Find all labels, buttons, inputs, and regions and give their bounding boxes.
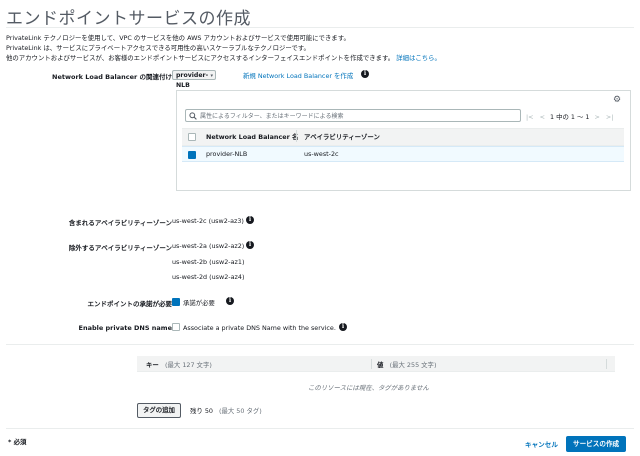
learn-more-link[interactable]: 詳細はこちら。 bbox=[396, 54, 441, 62]
excluded-az-value: us-west-2a (usw2-az2) bbox=[172, 242, 245, 250]
column-header-zone[interactable]: アベイラビリティーゾーン bbox=[304, 132, 380, 141]
acceptance-label: エンドポイントの承諾が必要 bbox=[87, 300, 173, 308]
description-line-1: PrivateLink テクノロジーを使用して、VPC のサービスを他の AWS… bbox=[6, 34, 350, 42]
last-page-icon[interactable]: >| bbox=[606, 113, 614, 121]
search-icon bbox=[189, 112, 197, 120]
included-az-label: 含まれるアベイラビリティーゾーン bbox=[68, 219, 172, 227]
info-icon[interactable]: i bbox=[226, 297, 234, 305]
tags-max-hint: (最大 50 タグ) bbox=[219, 407, 262, 415]
title-divider bbox=[6, 27, 634, 28]
info-icon[interactable]: i bbox=[361, 70, 369, 78]
row-nlb-name: provider-NLB bbox=[206, 150, 248, 158]
section-divider bbox=[6, 344, 634, 345]
next-page-icon[interactable]: > bbox=[595, 113, 600, 121]
excluded-az-value: us-west-2b (usw2-az1) bbox=[172, 258, 245, 266]
cancel-button[interactable]: キャンセル bbox=[525, 439, 558, 449]
info-icon[interactable]: i bbox=[246, 216, 254, 224]
included-az-value: us-west-2c (usw2-az3) bbox=[172, 217, 244, 225]
pagination: |< < 1 中の 1 ～ 1 > >| bbox=[526, 112, 613, 121]
search-input[interactable] bbox=[200, 111, 510, 121]
row-checkbox[interactable] bbox=[188, 151, 196, 159]
prev-page-icon[interactable]: < bbox=[540, 113, 545, 121]
pagination-text: 1 中の 1 ～ 1 bbox=[549, 113, 590, 121]
page-title: エンドポイントサービスの作成 bbox=[6, 9, 251, 29]
private-dns-checkbox[interactable] bbox=[172, 323, 180, 331]
tags-key-hint: (最大 127 文字) bbox=[165, 361, 212, 369]
column-header-name[interactable]: Network Load Balancer 名 bbox=[206, 132, 298, 141]
acceptance-checkbox-label: 承諾が必要 bbox=[183, 299, 215, 307]
gear-icon[interactable]: ⚙ bbox=[613, 95, 621, 105]
acceptance-checkbox[interactable] bbox=[172, 298, 180, 306]
excluded-az-label: 除外するアベイラビリティーゾーン bbox=[68, 244, 172, 252]
private-dns-label: Enable private DNS name bbox=[78, 324, 172, 332]
description-line-3: 他のアカウントおよびサービスが、お客様のエンドポイントサービスにアクセスするイン… bbox=[6, 53, 441, 62]
description-line-2: PrivateLink は、サービスにプライベートアクセスできる可用性の高いスケ… bbox=[6, 44, 310, 52]
column-divider bbox=[606, 359, 607, 369]
footer-divider bbox=[6, 428, 634, 429]
tags-key-header-label: キー bbox=[146, 361, 159, 369]
column-divider bbox=[296, 130, 297, 142]
search-box[interactable] bbox=[185, 109, 521, 122]
required-note: * 必須 bbox=[8, 438, 27, 446]
nlb-label: Network Load Balancer の関連付け bbox=[52, 73, 172, 81]
tags-value-header-label: 値 bbox=[377, 361, 384, 369]
tags-remaining-count: 残り 50 bbox=[190, 407, 213, 415]
create-nlb-link[interactable]: 新規 Network Load Balancer を作成 bbox=[243, 71, 353, 80]
add-tag-button[interactable]: タグの追加 bbox=[137, 403, 181, 418]
excluded-az-value: us-west-2d (usw2-az4) bbox=[172, 273, 245, 281]
nlb-select[interactable]: provider-NLB ▾ bbox=[172, 70, 216, 89]
table-row[interactable] bbox=[182, 146, 624, 162]
nlb-select-value: provider-NLB bbox=[176, 72, 209, 89]
column-divider bbox=[371, 359, 372, 369]
description-line-3-text: 他のアカウントおよびサービスが、お客様のエンドポイントサービスにアクセスするイン… bbox=[6, 54, 395, 62]
tags-value-header: 値 (最大 255 文字) bbox=[377, 360, 436, 369]
private-dns-checkbox-label: Associate a private DNS Name with the se… bbox=[183, 324, 336, 332]
tags-value-hint: (最大 255 文字) bbox=[389, 361, 437, 369]
tags-key-header: キー (最大 127 文字) bbox=[146, 360, 212, 369]
tags-remaining: 残り 50 (最大 50 タグ) bbox=[190, 406, 262, 415]
info-icon[interactable]: i bbox=[246, 241, 254, 249]
tags-empty-message: このリソースには現在、タグがありません bbox=[308, 384, 429, 392]
row-zone: us-west-2c bbox=[304, 150, 339, 158]
first-page-icon[interactable]: |< bbox=[526, 113, 534, 121]
caret-down-icon: ▾ bbox=[210, 73, 213, 79]
create-service-button[interactable]: サービスの作成 bbox=[566, 436, 627, 452]
select-all-checkbox[interactable] bbox=[188, 133, 196, 141]
info-icon[interactable]: i bbox=[339, 323, 347, 331]
